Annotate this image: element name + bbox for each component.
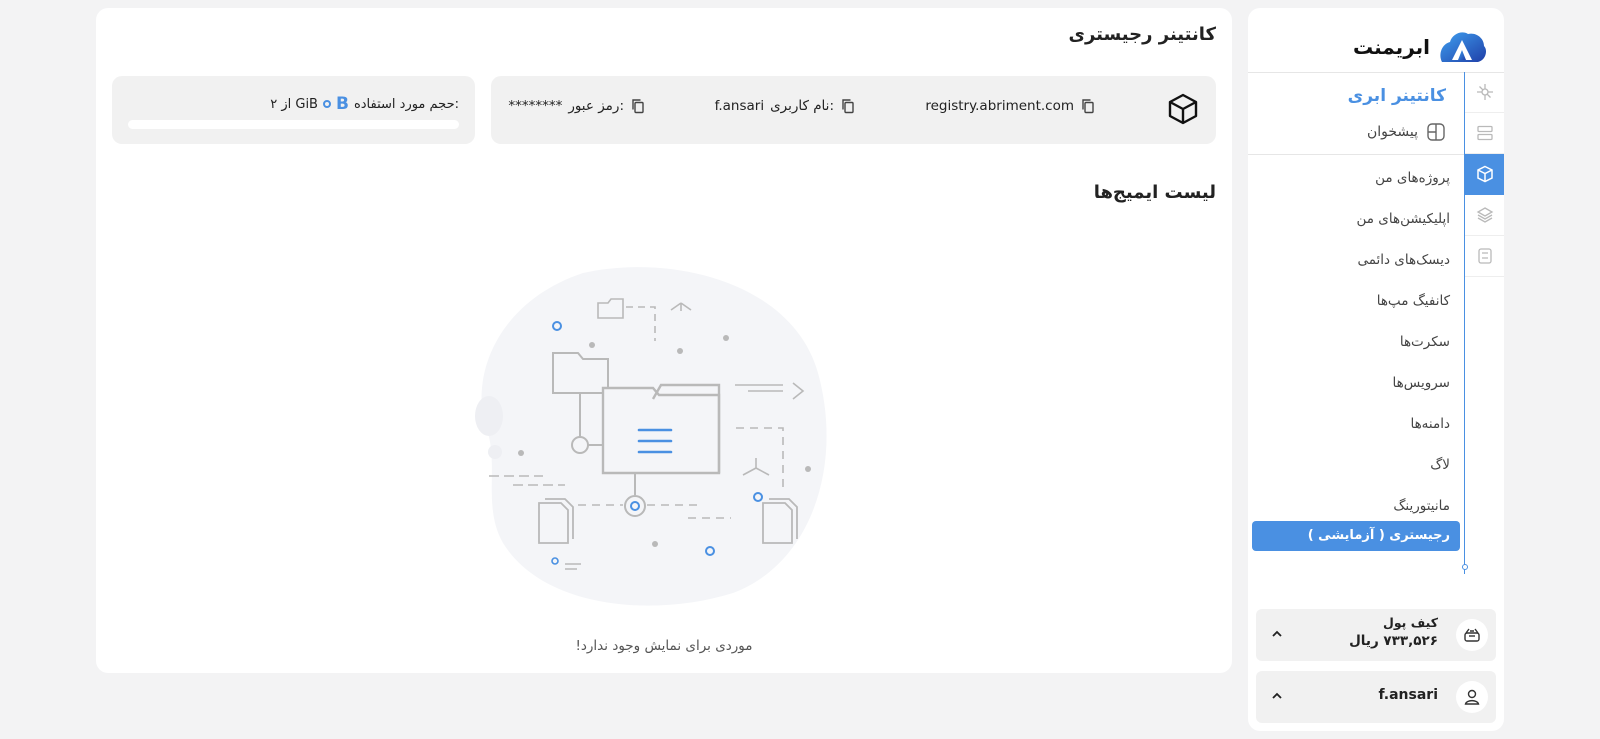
username-label: نام کاربری:: [770, 98, 834, 114]
username-value: f.ansari: [714, 98, 765, 114]
sidebar-item-domains[interactable]: دامنه‌ها: [1250, 404, 1450, 445]
sidebar-item-persistent-disks[interactable]: دیسک‌های دائمی: [1250, 240, 1450, 281]
brand-logo-icon: [1440, 32, 1486, 62]
chevron-up-icon[interactable]: [1270, 627, 1284, 641]
layers-icon: [1476, 207, 1493, 223]
server-icon: [1476, 125, 1493, 141]
brand[interactable]: ابریمنت: [1353, 22, 1488, 72]
sidebar-item-applications[interactable]: اپلیکیشن‌های من: [1250, 199, 1451, 240]
sidebar-item-label: پیشخوان: [1366, 124, 1418, 140]
rail-layers[interactable]: [1464, 195, 1504, 236]
image-list-title: لیست ایمیج‌ها: [1093, 182, 1216, 203]
quota-total: از ۲ GiB: [270, 96, 318, 112]
brand-name: ابریمنت: [1352, 35, 1430, 59]
username-field: نام کاربری: f.ansari: [715, 98, 856, 114]
sidebar-item-config-maps[interactable]: کانفیگ مپ‌ها: [1250, 281, 1450, 322]
password-field: رمز عبور: ********: [508, 98, 646, 114]
chevron-up-icon[interactable]: [1270, 689, 1284, 703]
rail-kubernetes[interactable]: [1464, 72, 1504, 113]
registry-info-card: registry.abriment.com نام کاربری: f.ansa…: [491, 76, 1216, 144]
password-label: رمز عبور:: [568, 98, 624, 114]
user-name: f.ansari: [1378, 687, 1438, 703]
copy-icon[interactable]: [840, 98, 856, 114]
wallet-icon-wrap: [1456, 619, 1488, 651]
icon-rail: [1464, 72, 1504, 277]
rail-storage[interactable]: [1464, 236, 1504, 277]
rail-container[interactable]: [1464, 154, 1504, 195]
sidebar-item-registry[interactable]: رجیستری ( آزمایشی ): [1252, 521, 1460, 551]
main-panel: کانتینر رجیستری registry.abriment.com نا…: [96, 8, 1232, 673]
wallet-label: کیف پول: [1383, 615, 1438, 630]
copy-icon[interactable]: [630, 98, 646, 114]
quota-label: حجم مورد استفاده:: [353, 96, 459, 112]
sidebar-item-log[interactable]: لاگ: [1250, 445, 1450, 486]
wallet-icon: [1464, 628, 1480, 642]
sidebar-item-services[interactable]: سرویس‌ها: [1250, 363, 1450, 404]
registry-url-field: registry.abriment.com: [925, 98, 1096, 114]
sidebar-menu: پروژه‌های من اپلیکیشن‌های من دیسک‌های دا…: [1250, 158, 1451, 527]
wallet-balance: ۷۳۳,۵۲۶ ریال: [1349, 633, 1438, 649]
sidebar-item-dashboard[interactable]: پیشخوان: [1367, 122, 1446, 142]
cube-icon: [1168, 93, 1198, 125]
wallet-card[interactable]: کیف پول ۷۳۳,۵۲۶ ریال: [1256, 609, 1496, 661]
rail-server[interactable]: [1464, 113, 1504, 154]
storage-icon: [1477, 248, 1492, 264]
rail-indicator: [1464, 72, 1465, 574]
container-icon: [1476, 165, 1493, 183]
sidebar: ابریمنت کانتی: [1248, 8, 1504, 731]
divider: [1248, 154, 1464, 155]
quota-card: حجم مورد استفاده: B از ۲ GiB: [112, 76, 475, 144]
empty-state-text: موردی برای نمایش وجود ندارد!: [575, 638, 753, 654]
registry-url: registry.abriment.com: [925, 98, 1074, 114]
empty-state-illustration: [475, 267, 827, 606]
copy-icon[interactable]: [1080, 98, 1096, 114]
user-icon: [1464, 689, 1480, 705]
password-value: ********: [508, 98, 563, 114]
page-title: کانتینر رجیستری: [1068, 24, 1216, 45]
user-card[interactable]: f.ansari: [1256, 671, 1496, 723]
quota-label-row: حجم مورد استفاده: B از ۲ GiB: [270, 94, 459, 114]
kubernetes-icon: [1476, 84, 1493, 100]
dashboard-icon: [1427, 123, 1445, 141]
rail-indicator-dot: [1462, 564, 1468, 570]
avatar: [1456, 681, 1488, 713]
quota-dot-icon: [322, 100, 331, 108]
quota-progress-bar: [128, 120, 459, 129]
sidebar-item-secrets[interactable]: سکرت‌ها: [1250, 322, 1450, 363]
sidebar-item-projects[interactable]: پروژه‌های من: [1250, 158, 1450, 199]
section-title: کانتینر ابری: [1347, 86, 1446, 106]
quota-used: B: [335, 94, 349, 114]
